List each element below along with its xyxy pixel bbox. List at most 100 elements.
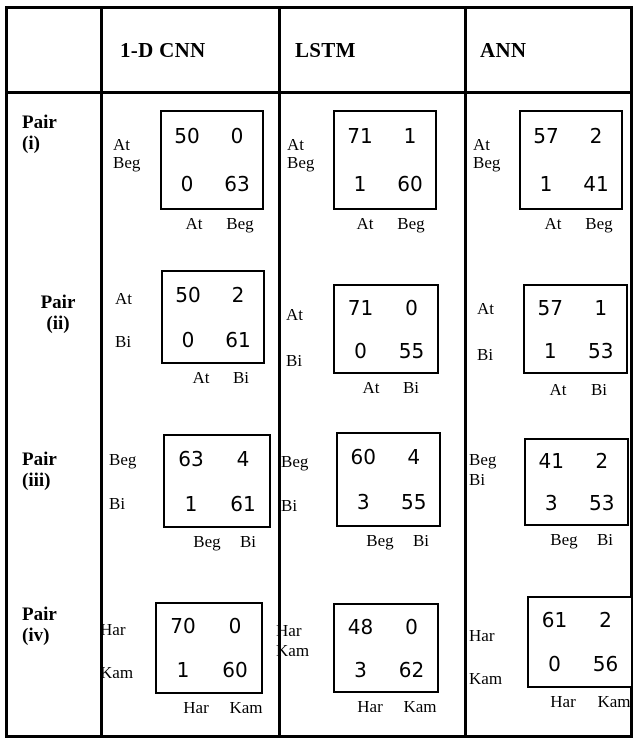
matrix-value: 1 [184, 491, 198, 516]
matrix-column-label: At [362, 378, 380, 397]
matrix-column-label: Bi [596, 530, 614, 549]
matrix-row-labels: At Beg [473, 136, 500, 172]
matrix-column-labels: Har Kam [347, 697, 447, 717]
pair-label-number: (ii) [46, 313, 70, 335]
matrix-value: 53 [588, 338, 614, 363]
matrix-row-label: At [473, 135, 490, 154]
matrix-value: 2 [599, 608, 612, 632]
matrix-box: 71 1 1 60 [333, 110, 437, 210]
table-header-blank [8, 9, 100, 91]
matrix-column-labels: At Bi [181, 368, 261, 388]
confusion-matrix-pair-ii-ann: At Bi 57 1 1 53 At Bi [477, 284, 628, 399]
matrix-box: 63 4 1 61 [163, 434, 271, 528]
confusion-matrix-pair-iii-lstm: Beg Bi 60 4 3 55 Beg Bi [281, 432, 441, 550]
matrix-column-labels: Har Kam [539, 692, 640, 712]
matrix-row-label: Bi [477, 344, 494, 364]
matrix-value: 0 [181, 327, 195, 352]
table-header-cnn: 1-D CNN [120, 37, 206, 62]
matrix-value: 60 [397, 172, 423, 196]
matrix-column-label: Har [357, 697, 383, 716]
matrix-value: 50 [175, 282, 201, 307]
pair-label-number: (i) [22, 133, 40, 155]
matrix-value: 71 [347, 295, 374, 320]
matrix-value: 1 [353, 172, 367, 196]
matrix-row-label: Kam [276, 640, 310, 660]
matrix-column-label: Beg [550, 530, 578, 549]
matrix-box: 41 2 3 53 [524, 438, 629, 526]
matrix-column-labels: At Beg [174, 214, 266, 234]
matrix-value: 1 [594, 295, 608, 320]
matrix-column-label: Beg [366, 531, 394, 550]
matrix-box: 50 0 0 63 [160, 110, 264, 210]
matrix-column-label: Bi [232, 368, 250, 387]
matrix-row-label: Beg [469, 450, 497, 469]
matrix-row-label: Bi [109, 494, 126, 514]
matrix-value: 55 [398, 338, 425, 363]
matrix-column-label: Beg [397, 214, 425, 233]
matrix-row-labels: At Bi [477, 286, 494, 378]
pair-label-iv: Pair (iv) [16, 604, 100, 647]
matrix-value: 1 [403, 124, 417, 148]
matrix-row-labels: Har Kam [469, 614, 502, 701]
matrix-row-labels: Beg Bi [109, 438, 136, 526]
matrix-value: 60 [222, 658, 248, 682]
pair-label-ii: Pair (ii) [16, 292, 100, 335]
matrix-value: 0 [228, 614, 242, 638]
confusion-matrix-pair-i-cnn: At Beg 50 0 0 63 At Beg [113, 110, 264, 233]
confusion-matrix-pair-ii-lstm: At Bi 71 0 0 55 At Bi [286, 284, 439, 397]
pair-label-i: Pair (i) [16, 112, 100, 155]
matrix-row-labels: Beg Bi [281, 440, 308, 528]
matrix-row-label: Har [469, 626, 495, 645]
matrix-column-label: Beg [226, 214, 254, 233]
matrix-value: 55 [401, 490, 427, 515]
matrix-column-label: At [544, 214, 562, 233]
matrix-value: 0 [354, 338, 367, 363]
matrix-value: 53 [589, 491, 615, 515]
matrix-column-label: At [549, 380, 567, 399]
matrix-value: 4 [236, 446, 250, 471]
matrix-row-label: Beg [109, 450, 137, 469]
matrix-row-label: Har [100, 620, 126, 639]
matrix-row-labels: Har Kam [276, 621, 309, 660]
matrix-value: 57 [537, 295, 563, 320]
matrix-box: 71 0 0 55 [333, 284, 439, 374]
matrix-value: 62 [398, 657, 425, 682]
pair-label-iii: Pair (iii) [16, 449, 100, 492]
matrix-value: 1 [176, 658, 190, 682]
matrix-column-label: Kam [403, 697, 437, 716]
matrix-value: 61 [225, 327, 251, 352]
matrix-value: 41 [538, 449, 564, 473]
matrix-column-label: Bi [402, 378, 420, 397]
matrix-value: 1 [539, 172, 553, 196]
confusion-matrix-pair-i-lstm: At Beg 71 1 1 60 At Beg [287, 110, 437, 233]
matrix-value: 48 [347, 614, 374, 639]
matrix-value: 41 [583, 172, 609, 196]
matrix-column-labels: At Beg [345, 214, 437, 234]
matrix-value: 56 [592, 652, 619, 676]
table-body: Pair (i) Pair (ii) Pair (iii) Pair (iv) … [8, 94, 636, 738]
matrix-column-label: Har [183, 698, 209, 717]
matrix-column-label: Bi [590, 380, 608, 399]
matrix-row-label: At [286, 305, 303, 324]
matrix-value: 1 [543, 338, 557, 363]
matrix-value: 0 [405, 614, 418, 639]
matrix-column-labels: Beg Bi [540, 530, 622, 550]
matrix-value: 60 [350, 444, 376, 469]
matrix-value: 2 [595, 449, 609, 473]
matrix-column-label: At [192, 368, 210, 387]
matrix-row-label: Bi [286, 350, 303, 370]
matrix-column-labels: At Bi [351, 378, 431, 398]
matrix-column-label: Bi [239, 532, 257, 551]
matrix-row-label: Beg [473, 152, 501, 172]
matrix-column-labels: Har Kam [173, 698, 273, 718]
matrix-value: 61 [230, 491, 256, 516]
matrix-value: 3 [544, 491, 558, 515]
matrix-box: 57 1 1 53 [523, 284, 628, 374]
matrix-value: 4 [407, 444, 421, 469]
matrix-value: 70 [170, 614, 196, 638]
matrix-row-label: At [287, 135, 304, 154]
matrix-value: 61 [541, 608, 568, 632]
matrix-column-labels: At Bi [537, 380, 619, 400]
matrix-row-label: Kam [469, 669, 503, 689]
confusion-matrix-pair-iv-cnn: Har Kam 70 0 1 60 Har Kam [100, 602, 263, 717]
